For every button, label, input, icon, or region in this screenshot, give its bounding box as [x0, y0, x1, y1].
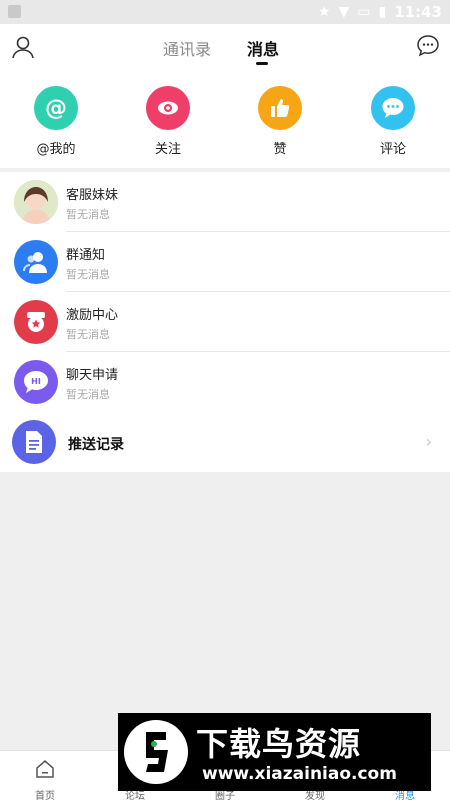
list-item-subtitle: 暂无消息 [66, 268, 110, 281]
tab-contacts[interactable]: 通讯录 [163, 36, 211, 60]
list-item-subtitle: 暂无消息 [66, 328, 110, 341]
list-item-title: 群通知 [66, 248, 106, 263]
list-item-title: 客服妹妹 [66, 188, 119, 203]
nav-home-label: 首页 [35, 791, 55, 800]
bird-logo-icon [124, 720, 188, 784]
badge-icon [14, 300, 58, 344]
push-record-title: 推送记录 [68, 437, 124, 453]
wifi-icon: ▼ [338, 4, 350, 20]
tab-messages[interactable]: 消息 [247, 36, 279, 60]
user-icon[interactable] [10, 34, 36, 60]
list-item-subtitle: 暂无消息 [66, 388, 110, 401]
star-icon: ★ [317, 4, 331, 20]
battery-icon: ▮ [378, 4, 387, 20]
eye-icon [146, 86, 190, 130]
quick-mention[interactable]: @ @我的 [16, 86, 96, 157]
chat-bubble-icon[interactable] [416, 34, 440, 58]
top-bar: 通讯录 消息 [0, 24, 450, 70]
watermark-url: www.xiazainiao.com [202, 764, 397, 784]
watermark-title: 下载鸟资源 [196, 725, 362, 763]
push-record-row[interactable]: 推送记录 › [0, 412, 450, 472]
chevron-right-icon: › [425, 432, 432, 451]
list-item-subtitle: 暂无消息 [66, 208, 110, 221]
quick-comment[interactable]: 评论 [353, 86, 433, 157]
document-icon [12, 420, 56, 464]
home-icon [36, 760, 54, 778]
watermark-banner: 下载鸟资源 www.xiazainiao.com [118, 713, 431, 791]
group-icon [14, 240, 58, 284]
status-right: ★ ▼ ▭ ▮ 11:43 [318, 2, 442, 22]
status-bar: ★ ▼ ▭ ▮ 11:43 [0, 0, 450, 24]
quick-follow-label: 关注 [154, 142, 181, 157]
quick-mention-label: @我的 [36, 142, 76, 157]
quick-like-label: 赞 [273, 142, 287, 157]
thumbs-up-icon [258, 86, 302, 130]
at-icon: @ [34, 86, 78, 130]
svg-text:HI: HI [31, 377, 41, 386]
avatar [14, 180, 58, 224]
quick-like[interactable]: 赞 [240, 86, 320, 157]
nav-home[interactable]: 首页 [15, 755, 75, 800]
tab-underline [256, 62, 268, 65]
list-item[interactable]: 群通知 暂无消息 [0, 232, 450, 292]
comment-icon [371, 86, 415, 130]
list-item[interactable]: 激励中心 暂无消息 [0, 292, 450, 352]
hi-chat-icon: HI [14, 360, 58, 404]
quick-actions: @ @我的 关注 赞 评论 [0, 70, 450, 168]
status-app-icon [8, 5, 21, 18]
list-item[interactable]: HI 聊天申请 暂无消息 [0, 352, 450, 412]
quick-comment-label: 评论 [379, 142, 406, 157]
list-item-title: 激励中心 [66, 308, 119, 323]
no-sim-icon: ▭ [357, 4, 371, 20]
clock: 11:43 [394, 3, 442, 21]
quick-follow[interactable]: 关注 [128, 86, 208, 157]
list-item[interactable]: 客服妹妹 暂无消息 [0, 172, 450, 232]
list-item-title: 聊天申请 [66, 368, 119, 383]
